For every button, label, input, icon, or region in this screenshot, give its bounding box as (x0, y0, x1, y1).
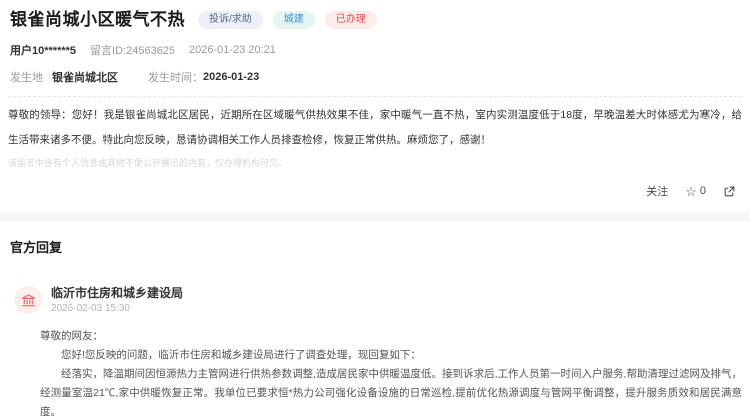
status-tag-red: 已办理 (325, 11, 377, 29)
reply-section-title: 官方回复 (10, 237, 740, 256)
complaint-detail-page: 银雀尚城小区暖气不热 投诉/求助城建已办理 用户10******5 留言ID:2… (0, 0, 750, 416)
reply-author-row: 临沂市住房和城乡建设局 2026-02-03 15:30 (14, 286, 736, 314)
reply-paragraph: 尊敬的网友： (40, 327, 742, 346)
share-button[interactable] (723, 185, 736, 198)
org-name: 临沂市住房和城乡建设局 (51, 286, 183, 300)
star-icon: ☆ (685, 185, 697, 198)
org-avatar (14, 286, 42, 314)
reply-author-info: 临沂市住房和城乡建设局 2026-02-03 15:30 (51, 286, 183, 314)
section-divider (0, 212, 750, 221)
meta-row-user: 用户10******5 留言ID:24563625 2026-01-23 20:… (0, 42, 750, 58)
complaint-body-text: 尊敬的领导：您好！我是银雀尚城北区居民，近期所在区域暖气供热效果不佳，家中暖气一… (0, 103, 750, 153)
status-tag-gray: 投诉/求助 (198, 11, 263, 29)
privacy-note: 该留言中含有个人信息或其他不便公开展示的内容，仅办理机构可见。 (0, 156, 750, 169)
message-id: 留言ID:24563625 (90, 42, 175, 58)
reply-body: 尊敬的网友：您好!您反映的问题，临沂市住房和城乡建设局进行了调查处理，现回复如下… (40, 327, 742, 416)
location-label: 发生地 (10, 69, 43, 85)
share-icon (723, 185, 736, 198)
occur-time-label: 发生时间： (148, 69, 203, 85)
status-tag-blue: 城建 (273, 11, 315, 29)
location-value: 银雀尚城北区 (52, 69, 118, 85)
title-row: 银雀尚城小区暖气不热 投诉/求助城建已办理 (0, 0, 750, 31)
star-count: 0 (700, 185, 706, 197)
page-title: 银雀尚城小区暖气不热 (10, 9, 185, 31)
tag-list: 投诉/求助城建已办理 (198, 11, 377, 29)
post-time: 2026-01-23 20:21 (189, 44, 276, 56)
meta-divider (8, 96, 742, 97)
follow-button[interactable]: 关注 (646, 183, 668, 199)
reply-paragraph: 您好!您反映的问题，临沂市住房和城乡建设局进行了调查处理，现回复如下： (40, 346, 742, 365)
reply-paragraph: 经落实，降温期间因恒源热力主管网进行供热参数调整,造成居民家中供暖温度低。接到诉… (40, 365, 742, 416)
occur-time-value: 2026-01-23 (203, 71, 259, 83)
reply-time: 2026-02-03 15:30 (51, 303, 183, 314)
star-button[interactable]: ☆ 0 (685, 185, 706, 198)
user-name: 用户10******5 (10, 42, 76, 58)
government-building-icon (20, 292, 37, 309)
meta-row-location: 发生地 银雀尚城北区 发生时间： 2026-01-23 (0, 69, 750, 85)
action-bar: 关注 ☆ 0 (0, 169, 750, 199)
official-reply-section: 官方回复 临沂市住房和城乡建设局 2026-02-03 15:30 (0, 237, 750, 416)
complaint-card: 银雀尚城小区暖气不热 投诉/求助城建已办理 用户10******5 留言ID:2… (0, 0, 750, 199)
